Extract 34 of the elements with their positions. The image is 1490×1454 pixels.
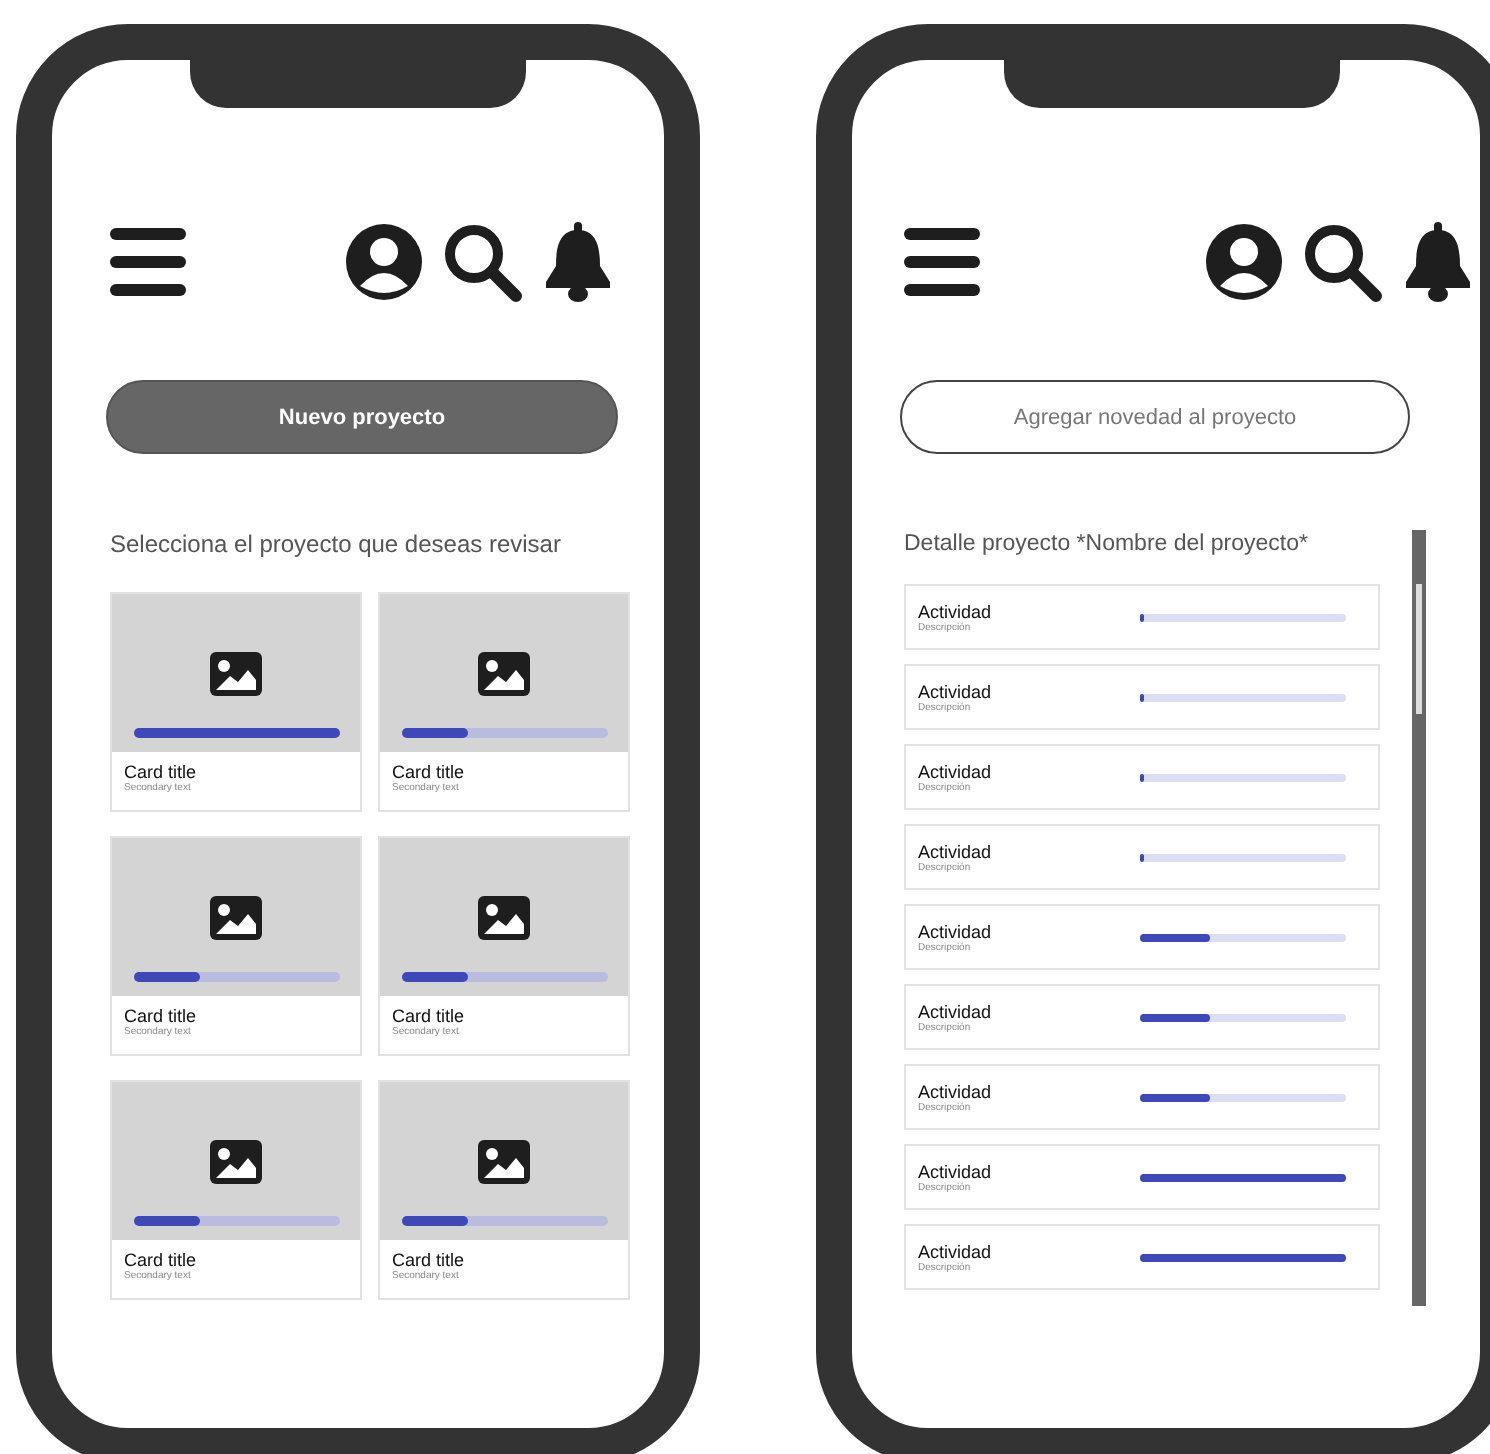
activity-title: Actividad (918, 1161, 992, 1181)
search-icon[interactable] (1302, 222, 1382, 302)
card-title: Card title (124, 1006, 199, 1026)
card-title: Card title (392, 1006, 467, 1026)
card-title: Card title (392, 1250, 467, 1270)
bell-icon[interactable] (542, 222, 614, 302)
card-title: Card title (124, 762, 199, 782)
image-icon (478, 1140, 530, 1184)
image-icon (210, 896, 262, 940)
action-button[interactable]: Agregar novedad al proyecto (900, 380, 1410, 454)
search-icon[interactable] (442, 222, 522, 302)
image-icon (210, 652, 262, 696)
activity-title: Actividad (918, 1241, 992, 1261)
menu-icon[interactable] (110, 228, 186, 296)
activity-title: Actividad (918, 681, 992, 701)
activity-title: Actividad (918, 841, 992, 861)
activity-title: Actividad (918, 921, 992, 941)
menu-icon[interactable] (904, 228, 980, 296)
image-icon (478, 896, 530, 940)
user-icon[interactable] (1206, 224, 1282, 300)
user-icon[interactable] (346, 224, 422, 300)
activity-title: Actividad (918, 761, 992, 781)
card-title: Card title (124, 1250, 199, 1270)
activity-title: Actividad (918, 1001, 992, 1021)
scrollbar[interactable] (1412, 530, 1426, 1306)
image-icon (210, 1140, 262, 1184)
section-heading: Selecciona el proyecto que deseas revisar (110, 530, 563, 558)
card-title: Card title (392, 762, 467, 782)
activity-title: Actividad (918, 1081, 992, 1101)
bell-icon[interactable] (1402, 222, 1474, 302)
image-icon (478, 652, 530, 696)
section-heading: Detalle proyecto *Nombre del proyecto* (904, 530, 1310, 556)
action-button[interactable]: Nuevo proyecto (106, 380, 618, 454)
activity-title: Actividad (918, 601, 992, 621)
